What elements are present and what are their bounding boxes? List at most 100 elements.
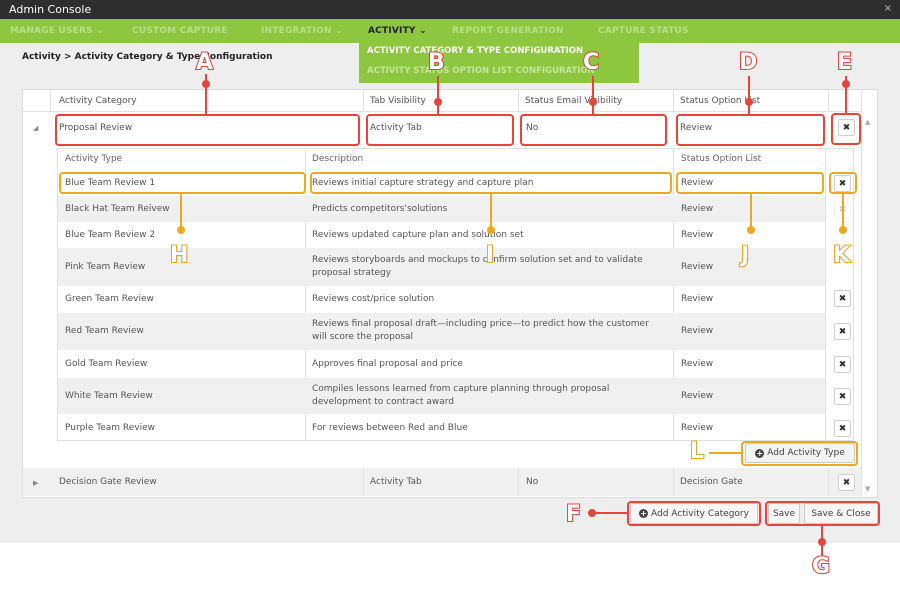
divider [518,468,519,496]
type-status[interactable]: Review [681,325,713,338]
subheader-description[interactable]: Description [312,154,363,164]
header-activity-category[interactable]: Activity Category [59,96,137,106]
divider [828,90,829,112]
divider [363,468,364,496]
type-status[interactable]: Review [681,390,713,403]
divider [828,468,829,496]
type-status[interactable]: Review [681,203,713,216]
delete-category-button[interactable]: ✖ [838,474,855,491]
callout-box-d [676,114,825,146]
type-description[interactable]: For reviews between Red and Blue [312,422,468,435]
type-name[interactable]: Green Team Review [65,293,154,306]
type-name[interactable]: Red Team Review [65,325,144,338]
callout-label-d: D [738,49,758,76]
callout-box-h [59,172,306,194]
delete-type-button[interactable]: ✖ [834,420,851,437]
type-description[interactable]: Reviews cost/price solution [312,293,434,306]
callout-connector [709,452,741,454]
collapse-caret-icon[interactable]: ◢ [33,124,38,132]
type-name[interactable]: Gold Team Review [65,358,147,371]
menu-item-status-option-config[interactable]: ACTIVITY STATUS OPTION LIST CONFIGURATIO… [367,66,595,76]
callout-label-e: E [836,49,853,76]
type-description[interactable]: Predicts competitors'solutions [312,203,447,216]
callout-dot [487,226,495,234]
type-status[interactable]: Review [681,358,713,371]
callout-connector [748,76,750,114]
callout-dot [434,98,442,106]
divider [673,90,674,112]
callout-box-i [310,172,672,194]
delete-type-button[interactable]: ✖ [834,356,851,373]
callout-dot [818,538,826,546]
callout-label-i: I [485,242,495,269]
callout-box-f [627,501,761,526]
callout-dot [747,226,755,234]
callout-label-f: F [565,501,582,528]
type-description[interactable]: Reviews final proposal draft—including p… [312,318,657,344]
expand-caret-icon[interactable]: ▶ [33,479,38,487]
callout-label-h: H [169,242,189,269]
type-status[interactable]: Review [681,229,713,242]
breadcrumb: Activity > Activity Category & Type Conf… [22,52,273,62]
type-description[interactable]: Approves final proposal and price [312,358,463,371]
callout-dot [202,80,210,88]
category-name[interactable]: Decision Gate Review [59,476,157,489]
nav-manage-users[interactable]: MANAGE USERS ⌄ [10,26,104,36]
scrollbar-track [861,90,862,497]
callout-label-g: G [811,553,831,580]
nav-integration[interactable]: INTEGRATION ⌄ [261,26,343,36]
category-email-visibility[interactable]: No [526,476,538,489]
type-status[interactable]: Review [681,293,713,306]
callout-box-b [366,114,514,146]
callout-label-a: A [195,49,214,76]
category-tab-visibility[interactable]: Activity Tab [370,476,422,489]
type-name[interactable]: Pink Team Review [65,261,145,274]
delete-type-button[interactable]: ✖ [834,388,851,405]
main-nav: MANAGE USERS ⌄ CUSTOM CAPTURE INTEGRATIO… [0,19,900,43]
delete-type-button[interactable]: ✖ [834,290,851,307]
callout-box-c [520,114,667,146]
callout-connector [437,76,439,114]
window-title: Admin Console [9,3,92,16]
type-description[interactable]: Reviews storyboards and mockups to confi… [312,254,657,280]
title-bar: Admin Console × [0,0,900,19]
header-status-email-visibility[interactable]: Status Email Visibility [525,96,622,106]
callout-label-c: C [582,49,600,76]
nav-capture-status[interactable]: CAPTURE STATUS [598,26,689,36]
category-status-option-list[interactable]: Decision Gate [680,476,743,489]
delete-type-button[interactable]: ✖ [834,323,851,340]
callout-box-e [831,113,861,145]
callout-box-l [741,441,858,466]
nav-custom-capture[interactable]: CUSTOM CAPTURE [132,26,228,36]
divider [673,468,674,496]
nav-activity[interactable]: ACTIVITY ⌄ [368,26,427,36]
menu-item-category-type-config[interactable]: ACTIVITY CATEGORY & TYPE CONFIGURATION [367,46,583,56]
callout-dot [745,98,753,106]
nav-report-generation[interactable]: REPORT GENERATION [452,26,564,36]
divider [363,90,364,112]
type-name[interactable]: Black Hat Team Reivew [65,203,170,216]
callout-dot [588,509,596,517]
callout-label-b: B [427,49,446,76]
close-icon[interactable]: × [884,3,892,14]
type-name[interactable]: White Team Review [65,390,153,403]
scroll-up-icon[interactable]: ▲ [865,118,870,126]
header-tab-visibility[interactable]: Tab Visibility [370,96,426,106]
type-name[interactable]: Blue Team Review 2 [65,229,155,242]
callout-label-k: K [832,242,851,269]
callout-box-g [765,501,880,526]
type-status[interactable]: Review [681,261,713,274]
callout-label-l: L [689,438,705,465]
subheader-activity-type[interactable]: Activity Type [65,154,122,164]
scroll-down-icon[interactable]: ▼ [865,485,870,493]
callout-dot [842,80,850,88]
type-description[interactable]: Compiles lessons learned from capture pl… [312,383,657,409]
callout-dot [177,226,185,234]
divider [825,148,826,441]
type-status[interactable]: Review [681,422,713,435]
type-name[interactable]: Purple Team Review [65,422,155,435]
divider [50,90,51,112]
callout-dot [839,226,847,234]
callout-label-j: J [740,242,750,269]
subheader-status-option-list[interactable]: Status Option List [681,154,761,164]
